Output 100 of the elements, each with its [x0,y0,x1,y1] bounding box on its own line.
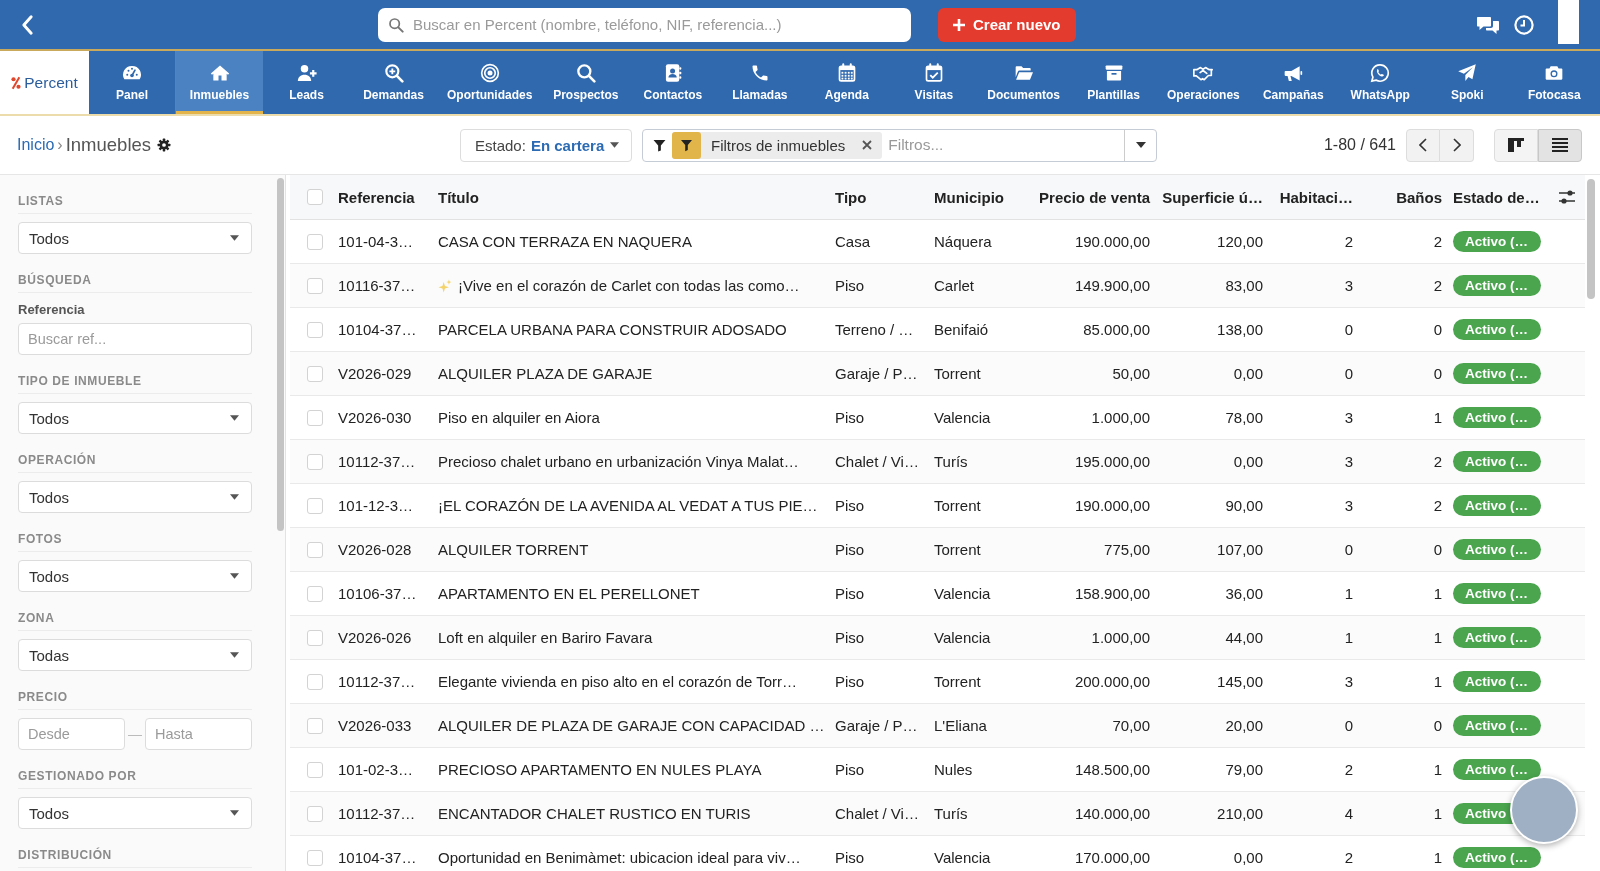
column-heading[interactable]: Título [438,188,479,206]
property-type-text: Piso [835,761,865,778]
row-checkbox[interactable] [307,673,323,690]
sliders-icon[interactable] [1557,189,1576,205]
input-field[interactable]: Hasta [145,718,252,750]
row-checkbox[interactable] [307,321,323,338]
nav-tab[interactable]: Oportunidades [437,51,543,114]
filter-chip[interactable]: Filtros de inmuebles [672,131,883,159]
settings-icon[interactable] [157,138,172,152]
scrollbar-thumb[interactable] [1587,179,1595,299]
table-row[interactable]: V2026-033 ALQUILER DE PLAZA DE GARAJE CON CAPACIDAD … Garaje / P… L'Eliana 70,00 20,00 0 0 Activo (… [290,704,1585,748]
row-checkbox[interactable] [307,233,323,250]
nav-tab[interactable]: Prospectos [542,51,630,114]
column-heading[interactable]: Superficie ú… [1162,188,1263,206]
table-row[interactable]: V2026-029 ALQUILER PLAZA DE GARAJE Garaje / P… Torrent 50,00 0,00 0 0 Activo (… [290,352,1585,396]
board-view-button[interactable] [1494,128,1538,162]
nav-tab[interactable]: Demandas [350,51,437,114]
input-field[interactable]: Buscar ref... [18,323,252,355]
row-checkbox[interactable] [307,849,323,866]
nav-tab[interactable]: Llamadas [716,51,804,114]
filter-bar[interactable]: Filtros de inmuebles Filtros... [642,128,1157,162]
table-row[interactable]: 10112-37… ENCANTADOR CHALET RUSTICO EN TURIS Chalet / Vi… Turís 140.000,00 210,00 4 1 Activo [290,792,1585,836]
price-text: 85.000,00 [1083,321,1150,338]
table-row[interactable]: 10112-37… Precioso chalet urbano en urbanización Vinya Malat… Chalet / Vi… Turís 195.000,00 0,00 3 2 Activo (… [290,440,1585,484]
caret-down-icon [230,235,239,241]
bathrooms-text: 1 [1433,849,1442,866]
bathrooms-text: 1 [1433,629,1442,646]
dropdown-field[interactable]: Todos [18,402,252,434]
row-checkbox[interactable] [307,453,323,470]
row-checkbox[interactable] [307,761,323,778]
funnel-icon[interactable] [653,138,666,152]
row-checkbox[interactable] [307,805,323,822]
chat-bubbles-icon[interactable] [1476,14,1500,35]
nav-tab[interactable]: WhatsApp [1336,51,1424,114]
column-heading[interactable]: Tipo [835,188,867,206]
table-row[interactable]: V2026-026 Loft en alquiler en Bariro Favara Piso Valencia 1.000,00 44,00 1 1 Activo (… [290,616,1585,660]
dropdown-field[interactable]: Todos [18,560,252,592]
nav-tab[interactable]: Operaciones [1157,51,1250,114]
plus-icon [953,18,965,31]
column-heading[interactable]: Referencia [338,188,415,206]
price-text: 148.500,00 [1074,761,1150,778]
clock-icon[interactable] [1514,14,1534,35]
column-heading[interactable]: Municipio [934,188,1004,206]
row-checkbox[interactable] [307,585,323,602]
bathrooms-text: 1 [1433,673,1442,690]
column-heading[interactable]: Baños [1396,188,1442,206]
row-checkbox[interactable] [307,409,323,426]
select-all-checkbox[interactable] [307,189,323,205]
column-heading[interactable]: Precio de venta [1039,188,1150,206]
column-heading[interactable]: Estado de… [1453,188,1540,206]
dropdown-field[interactable]: Todos [18,797,252,829]
scrollbar-thumb[interactable] [277,178,284,531]
dropdown-field[interactable]: Todas [18,639,252,671]
table-row[interactable]: V2026-028 ALQUILER TORRENT Piso Torrent 775,00 107,00 0 0 Activo (… [290,528,1585,572]
status-dropdown[interactable]: Estado: En cartera [460,128,632,162]
speech-bubble-phone-icon [1370,63,1391,83]
input-field[interactable]: Desde [18,718,125,750]
dropdown-field[interactable]: Todos [18,222,252,254]
previous-page-button[interactable] [1406,128,1440,162]
row-checkbox[interactable] [307,541,323,558]
reference-text: 10112-37… [338,805,416,822]
nav-tab[interactable]: Inmuebles [176,51,263,114]
list-view-button[interactable] [1538,128,1582,162]
row-checkbox[interactable] [307,365,323,382]
municipality-text: Torrent [934,673,981,690]
nav-tab[interactable]: Contactos [629,51,717,114]
table-row[interactable]: 10116-37… ¡Vive en el corazón de Carlet con todas las como… Piso Carlet 149.900,00 83,00 3 2 Activo (… [290,264,1585,308]
price-text: 200.000,00 [1074,673,1150,690]
nav-tab[interactable]: Documentos [977,51,1071,114]
title-text: PRECIOSO APARTAMENTO EN NULES PLAYA [438,761,762,778]
close-icon[interactable] [862,140,873,150]
row-checkbox[interactable] [307,277,323,294]
search-input[interactable]: Buscar en Percent (nombre, teléfono, NIF, referencia...) [413,16,899,33]
row-checkbox[interactable] [307,629,323,646]
chevron-left-icon[interactable] [21,13,34,36]
row-checkbox[interactable] [307,497,323,514]
nav-tab[interactable]: Spoki [1423,51,1511,114]
dropdown-field[interactable]: Todos [18,481,252,513]
logo-link[interactable]: Percent [0,51,89,114]
area-text: 78,00 [1225,409,1263,426]
create-button[interactable]: Crear nuevo [938,7,1076,42]
breadcrumb-link[interactable]: Inicio [17,136,55,154]
nav-tab[interactable]: Visitas [890,51,978,114]
nav-tab[interactable]: Leads [263,51,350,114]
bathrooms-text: 0 [1433,365,1442,382]
nav-tab[interactable]: Campañas [1249,51,1337,114]
next-page-button[interactable] [1440,128,1474,162]
column-heading[interactable]: Habitaci… [1279,188,1353,206]
property-type-text: Piso [835,541,865,558]
nav-tab[interactable]: Plantillas [1070,51,1158,114]
filter-input[interactable]: Filtros... [882,131,1124,159]
municipality-text: Benifaió [934,321,989,338]
percent-mark-icon [11,75,22,90]
nav-tab[interactable]: Agenda [803,51,891,114]
row-checkbox[interactable] [307,717,323,734]
nav-tab[interactable]: Fotocasa [1510,51,1598,114]
megaphone-icon [1283,63,1304,83]
search-field[interactable]: Buscar en Percent (nombre, teléfono, NIF, referencia...) [378,7,911,42]
status-badge: Activo (… [1453,319,1541,340]
caret-down-icon[interactable] [1135,142,1146,148]
